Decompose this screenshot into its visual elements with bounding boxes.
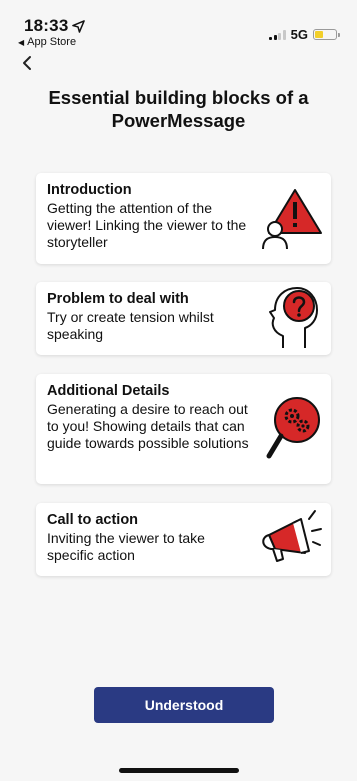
back-triangle-icon: ◀ xyxy=(18,37,25,47)
card-title: Problem to deal with xyxy=(47,291,189,307)
page-title: Essential building blocks of a PowerMess… xyxy=(48,87,309,131)
network-type: 5G xyxy=(290,27,308,42)
head-question-icon xyxy=(269,287,318,348)
battery-icon xyxy=(313,29,340,40)
system-indicators: 5G xyxy=(269,27,340,42)
card-problem: Problem to deal with Try or create tensi… xyxy=(36,282,331,355)
cellular-signal-icon xyxy=(269,29,286,40)
card-description: Getting the attention of the viewer! Lin… xyxy=(47,200,247,250)
status-bar: 18:33 ◀ App Store 5G xyxy=(0,0,357,52)
clock-time: 18:33 xyxy=(24,16,69,35)
home-indicator[interactable] xyxy=(119,768,239,773)
card-description: Try or create tension whilst speaking xyxy=(47,309,214,342)
warning-viewer-icon xyxy=(262,189,322,250)
card-title: Introduction xyxy=(47,182,132,198)
magnifier-gears-icon xyxy=(266,397,320,459)
card-title: Call to action xyxy=(47,512,139,528)
card-title: Additional Details xyxy=(47,383,170,399)
card-additional-details: Additional Details Generating a desire t… xyxy=(36,374,331,484)
back-to-app-link[interactable]: ◀ App Store xyxy=(18,36,76,48)
card-introduction: Introduction Getting the attention of th… xyxy=(36,173,331,264)
back-app-label: App Store xyxy=(27,36,77,48)
card-call-to-action: Call to action Inviting the viewer to ta… xyxy=(36,503,331,576)
clock: 18:33 xyxy=(24,16,86,36)
card-description: Generating a desire to reach out to you!… xyxy=(47,401,249,451)
understood-button[interactable]: Understood xyxy=(94,687,274,723)
back-chevron-icon[interactable] xyxy=(20,54,36,72)
megaphone-icon xyxy=(262,510,322,562)
location-arrow-icon xyxy=(72,19,86,33)
card-description: Inviting the viewer to take specific act… xyxy=(47,530,205,563)
battery-level xyxy=(315,31,323,38)
